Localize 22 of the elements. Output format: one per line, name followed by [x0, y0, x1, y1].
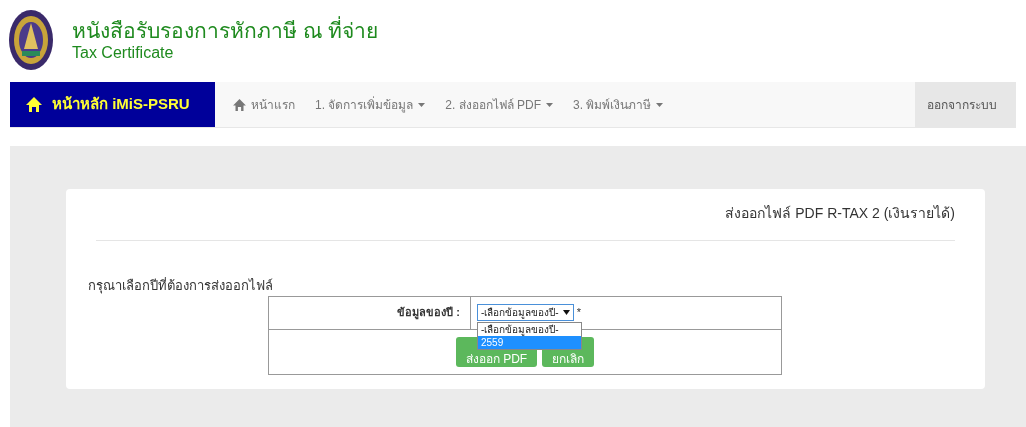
year-select[interactable]: -เลือกข้อมูลของปี-	[477, 304, 574, 321]
caret-icon	[546, 102, 554, 107]
caret-icon	[562, 310, 570, 315]
caret-icon	[418, 102, 426, 107]
nav-link[interactable]: 1. จัดการเพิ่มข้อมูล	[315, 95, 426, 114]
nav-link[interactable]: 3. พิมพ์เงินภาษี	[573, 95, 664, 114]
logout-link[interactable]: ออกจากระบบ	[915, 82, 1016, 127]
dropdown-option[interactable]: -เลือกข้อมูลของปี-	[478, 322, 581, 336]
home-icon	[26, 97, 42, 112]
panel-title: ส่งออกไฟล์ PDF R-TAX 2 (เงินรายได้)	[725, 204, 955, 223]
seal-logo	[8, 9, 54, 71]
page-subtitle: Tax Certificate	[72, 44, 175, 62]
home-icon	[233, 98, 246, 111]
dropdown-option[interactable]: 2559	[478, 335, 581, 349]
brand-link[interactable]: หน้าหลัก iMiS-PSRU	[10, 82, 215, 127]
prompt-text: กรุณาเลือกปีที่ต้องการส่งออกไฟล์	[88, 276, 274, 296]
year-label: ข้อมูลของปี :	[269, 296, 471, 329]
required-mark: *	[576, 305, 581, 321]
caret-icon	[656, 102, 664, 107]
nav-link[interactable]: หน้าแรก	[233, 95, 295, 114]
nav-link[interactable]: 2. ส่งออกไฟล์ PDF	[445, 95, 554, 114]
page-title: หนังสือรับรองการหักภาษี ณ ที่จ่าย	[72, 18, 378, 44]
